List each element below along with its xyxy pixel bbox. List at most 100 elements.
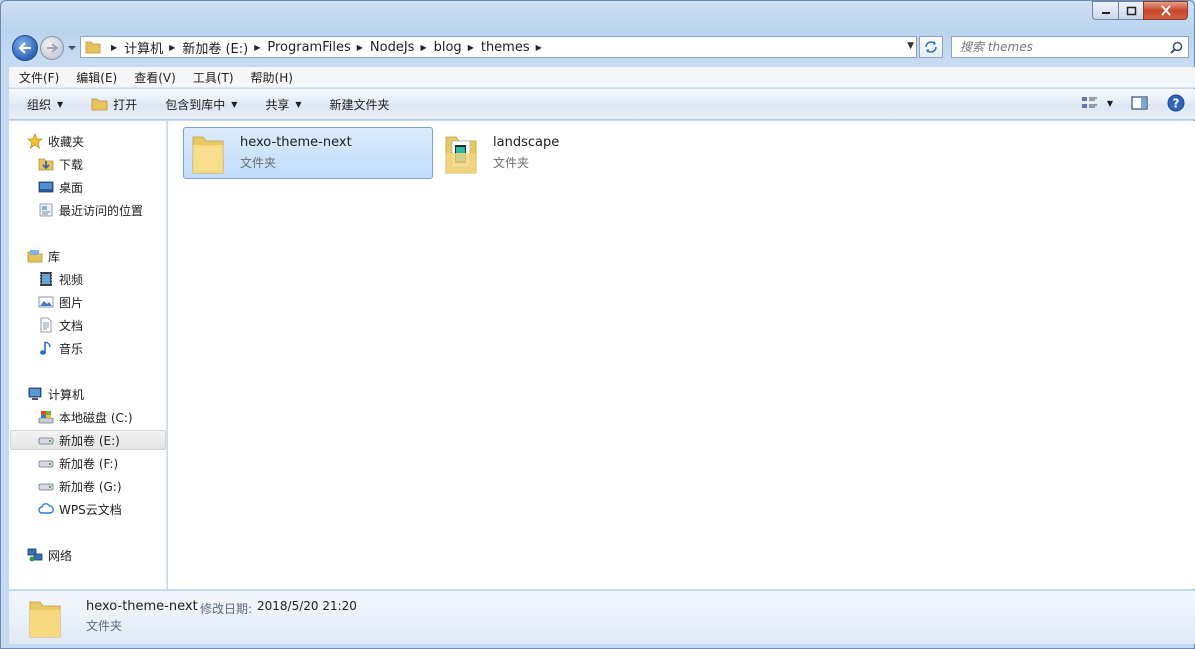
refresh-icon <box>925 41 937 53</box>
navigation-pane: 收藏夹 下载 桌面 最近访问的位置 库 视频 图片 文档 音乐 计算机 本地磁盘… <box>9 121 167 589</box>
forward-arrow-icon <box>47 43 58 53</box>
nav-drive-g[interactable]: 新加卷 (G:) <box>38 476 122 496</box>
network-icon <box>27 547 43 563</box>
breadcrumb-arrow-icon[interactable]: ▶ <box>254 43 260 52</box>
chevron-down-icon: ▼ <box>231 99 238 109</box>
folder-icon <box>85 40 101 54</box>
minimize-button[interactable] <box>1092 1 1118 20</box>
menu-edit[interactable]: 编辑(E) <box>76 69 117 86</box>
desktop-icon <box>38 179 54 195</box>
nav-favorites[interactable]: 收藏夹 <box>27 131 84 151</box>
breadcrumb-item-drive-e[interactable]: 新加卷 (E:) ▶ <box>182 37 267 57</box>
folder-name: landscape <box>493 135 560 150</box>
nav-pictures[interactable]: 图片 <box>38 292 83 312</box>
help-button[interactable]: ? <box>1167 94 1185 112</box>
address-history-dropdown[interactable]: ▼ <box>907 41 914 51</box>
search-input[interactable] <box>960 40 1160 54</box>
nav-downloads[interactable]: 下载 <box>38 154 83 174</box>
change-view-button[interactable]: ▼ <box>1081 95 1113 111</box>
forward-button[interactable] <box>40 36 64 60</box>
restore-icon <box>1126 6 1136 15</box>
breadcrumb-item-computer[interactable]: 计算机 ▶ <box>124 37 182 57</box>
breadcrumb-arrow-icon[interactable]: ▶ <box>111 43 117 52</box>
preview-pane-icon <box>1131 96 1148 110</box>
breadcrumb-item-themes[interactable]: themes ▶ <box>481 37 549 57</box>
menu-view[interactable]: 查看(V) <box>134 69 176 86</box>
details-pane: hexo-theme-next 修改日期: 2018/5/20 21:20 文件… <box>9 590 1195 644</box>
share-button[interactable]: 共享 ▼ <box>265 96 301 113</box>
nav-videos[interactable]: 视频 <box>38 269 83 289</box>
maximize-button[interactable] <box>1118 1 1143 20</box>
menu-help[interactable]: 帮助(H) <box>251 69 293 86</box>
preview-pane-button[interactable] <box>1131 95 1149 111</box>
open-folder-icon <box>91 98 108 111</box>
nav-network[interactable]: 网络 <box>27 545 72 565</box>
details-date-label: 修改日期: <box>200 602 253 616</box>
breadcrumb-arrow-icon[interactable]: ▶ <box>536 43 542 52</box>
folder-name: hexo-theme-next <box>240 135 352 150</box>
breadcrumb-arrow-icon[interactable]: ▶ <box>420 43 426 52</box>
nav-documents[interactable]: 文档 <box>38 315 83 335</box>
folder-icon <box>190 131 226 175</box>
breadcrumb-arrow-icon[interactable]: ▶ <box>357 43 363 52</box>
open-button[interactable]: 打开 <box>91 96 137 113</box>
breadcrumb-item-blog[interactable]: blog ▶ <box>434 37 481 57</box>
refresh-button[interactable] <box>919 36 943 58</box>
details-file-type: 文件夹 <box>86 619 123 633</box>
video-icon <box>38 271 54 287</box>
folder-with-files-icon <box>443 131 479 175</box>
new-folder-button[interactable]: 新建文件夹 <box>330 96 390 113</box>
folder-item-landscape[interactable]: landscape 文件夹 <box>438 127 688 179</box>
nav-desktop[interactable]: 桌面 <box>38 177 83 197</box>
file-list: hexo-theme-next 文件夹 landscape 文件夹 <box>168 121 1195 589</box>
menu-bar: 文件(F) 编辑(E) 查看(V) 工具(T) 帮助(H) <box>9 67 1195 88</box>
details-file-name: hexo-theme-next <box>86 599 198 614</box>
menu-tools[interactable]: 工具(T) <box>193 69 234 86</box>
recent-pages-dropdown[interactable] <box>67 42 79 54</box>
menu-file[interactable]: 文件(F) <box>19 69 59 86</box>
explorer-window: ▶ 计算机 ▶ 新加卷 (E:) ▶ ProgramFiles ▶ NodeJs ▶ b… <box>0 0 1195 649</box>
music-note-icon <box>38 340 54 356</box>
nav-computer[interactable]: 计算机 <box>27 384 84 404</box>
address-bar[interactable]: ▶ 计算机 ▶ 新加卷 (E:) ▶ ProgramFiles ▶ NodeJs ▶ b… <box>80 36 917 58</box>
document-icon <box>38 317 54 333</box>
nav-drive-f[interactable]: 新加卷 (F:) <box>38 453 118 473</box>
nav-recent-places[interactable]: 最近访问的位置 <box>38 200 143 220</box>
breadcrumb-arrow-icon[interactable]: ▶ <box>468 43 474 52</box>
nav-wps-cloud[interactable]: WPS云文档 <box>38 499 122 519</box>
back-button[interactable] <box>12 35 38 61</box>
folder-type: 文件夹 <box>493 156 530 170</box>
organize-button[interactable]: 组织 ▼ <box>27 96 63 113</box>
breadcrumb-arrow-icon[interactable]: ▶ <box>169 43 175 52</box>
recent-places-icon <box>38 202 54 218</box>
nav-drive-e[interactable]: 新加卷 (E:) <box>10 430 166 450</box>
chevron-down-icon <box>68 46 76 50</box>
view-options-icon <box>1081 97 1097 108</box>
library-icon <box>27 248 43 264</box>
folder-type: 文件夹 <box>240 156 277 170</box>
folder-item-hexo-theme-next[interactable]: hexo-theme-next 文件夹 <box>183 127 433 179</box>
details-date-value: 2018/5/20 21:20 <box>257 599 357 613</box>
minimize-icon <box>1101 11 1110 14</box>
close-icon <box>1160 5 1171 16</box>
command-bar: 组织 ▼ 打开 包含到库中 ▼ 共享 ▼ 新建文件夹 ▼ ? <box>9 89 1195 120</box>
star-icon <box>27 133 43 149</box>
chevron-down-icon: ▼ <box>1106 98 1113 108</box>
nav-drive-c[interactable]: 本地磁盘 (C:) <box>38 407 133 427</box>
search-icon[interactable] <box>1170 41 1183 54</box>
drive-icon <box>38 478 54 494</box>
drive-icon <box>38 432 54 448</box>
breadcrumb-item-programfiles[interactable]: ProgramFiles ▶ <box>267 37 370 57</box>
chevron-down-icon: ▼ <box>57 99 64 109</box>
breadcrumb-item-nodejs[interactable]: NodeJs ▶ <box>370 37 434 57</box>
nav-libraries[interactable]: 库 <box>27 246 60 266</box>
close-button[interactable] <box>1143 1 1188 20</box>
drive-icon <box>38 455 54 471</box>
nav-music[interactable]: 音乐 <box>38 338 83 358</box>
system-drive-icon <box>38 409 54 425</box>
search-box[interactable] <box>951 36 1189 58</box>
picture-icon <box>38 294 54 310</box>
help-icon: ? <box>1167 94 1185 112</box>
svg-text:?: ? <box>1173 97 1180 111</box>
include-in-library-button[interactable]: 包含到库中 ▼ <box>165 96 237 113</box>
